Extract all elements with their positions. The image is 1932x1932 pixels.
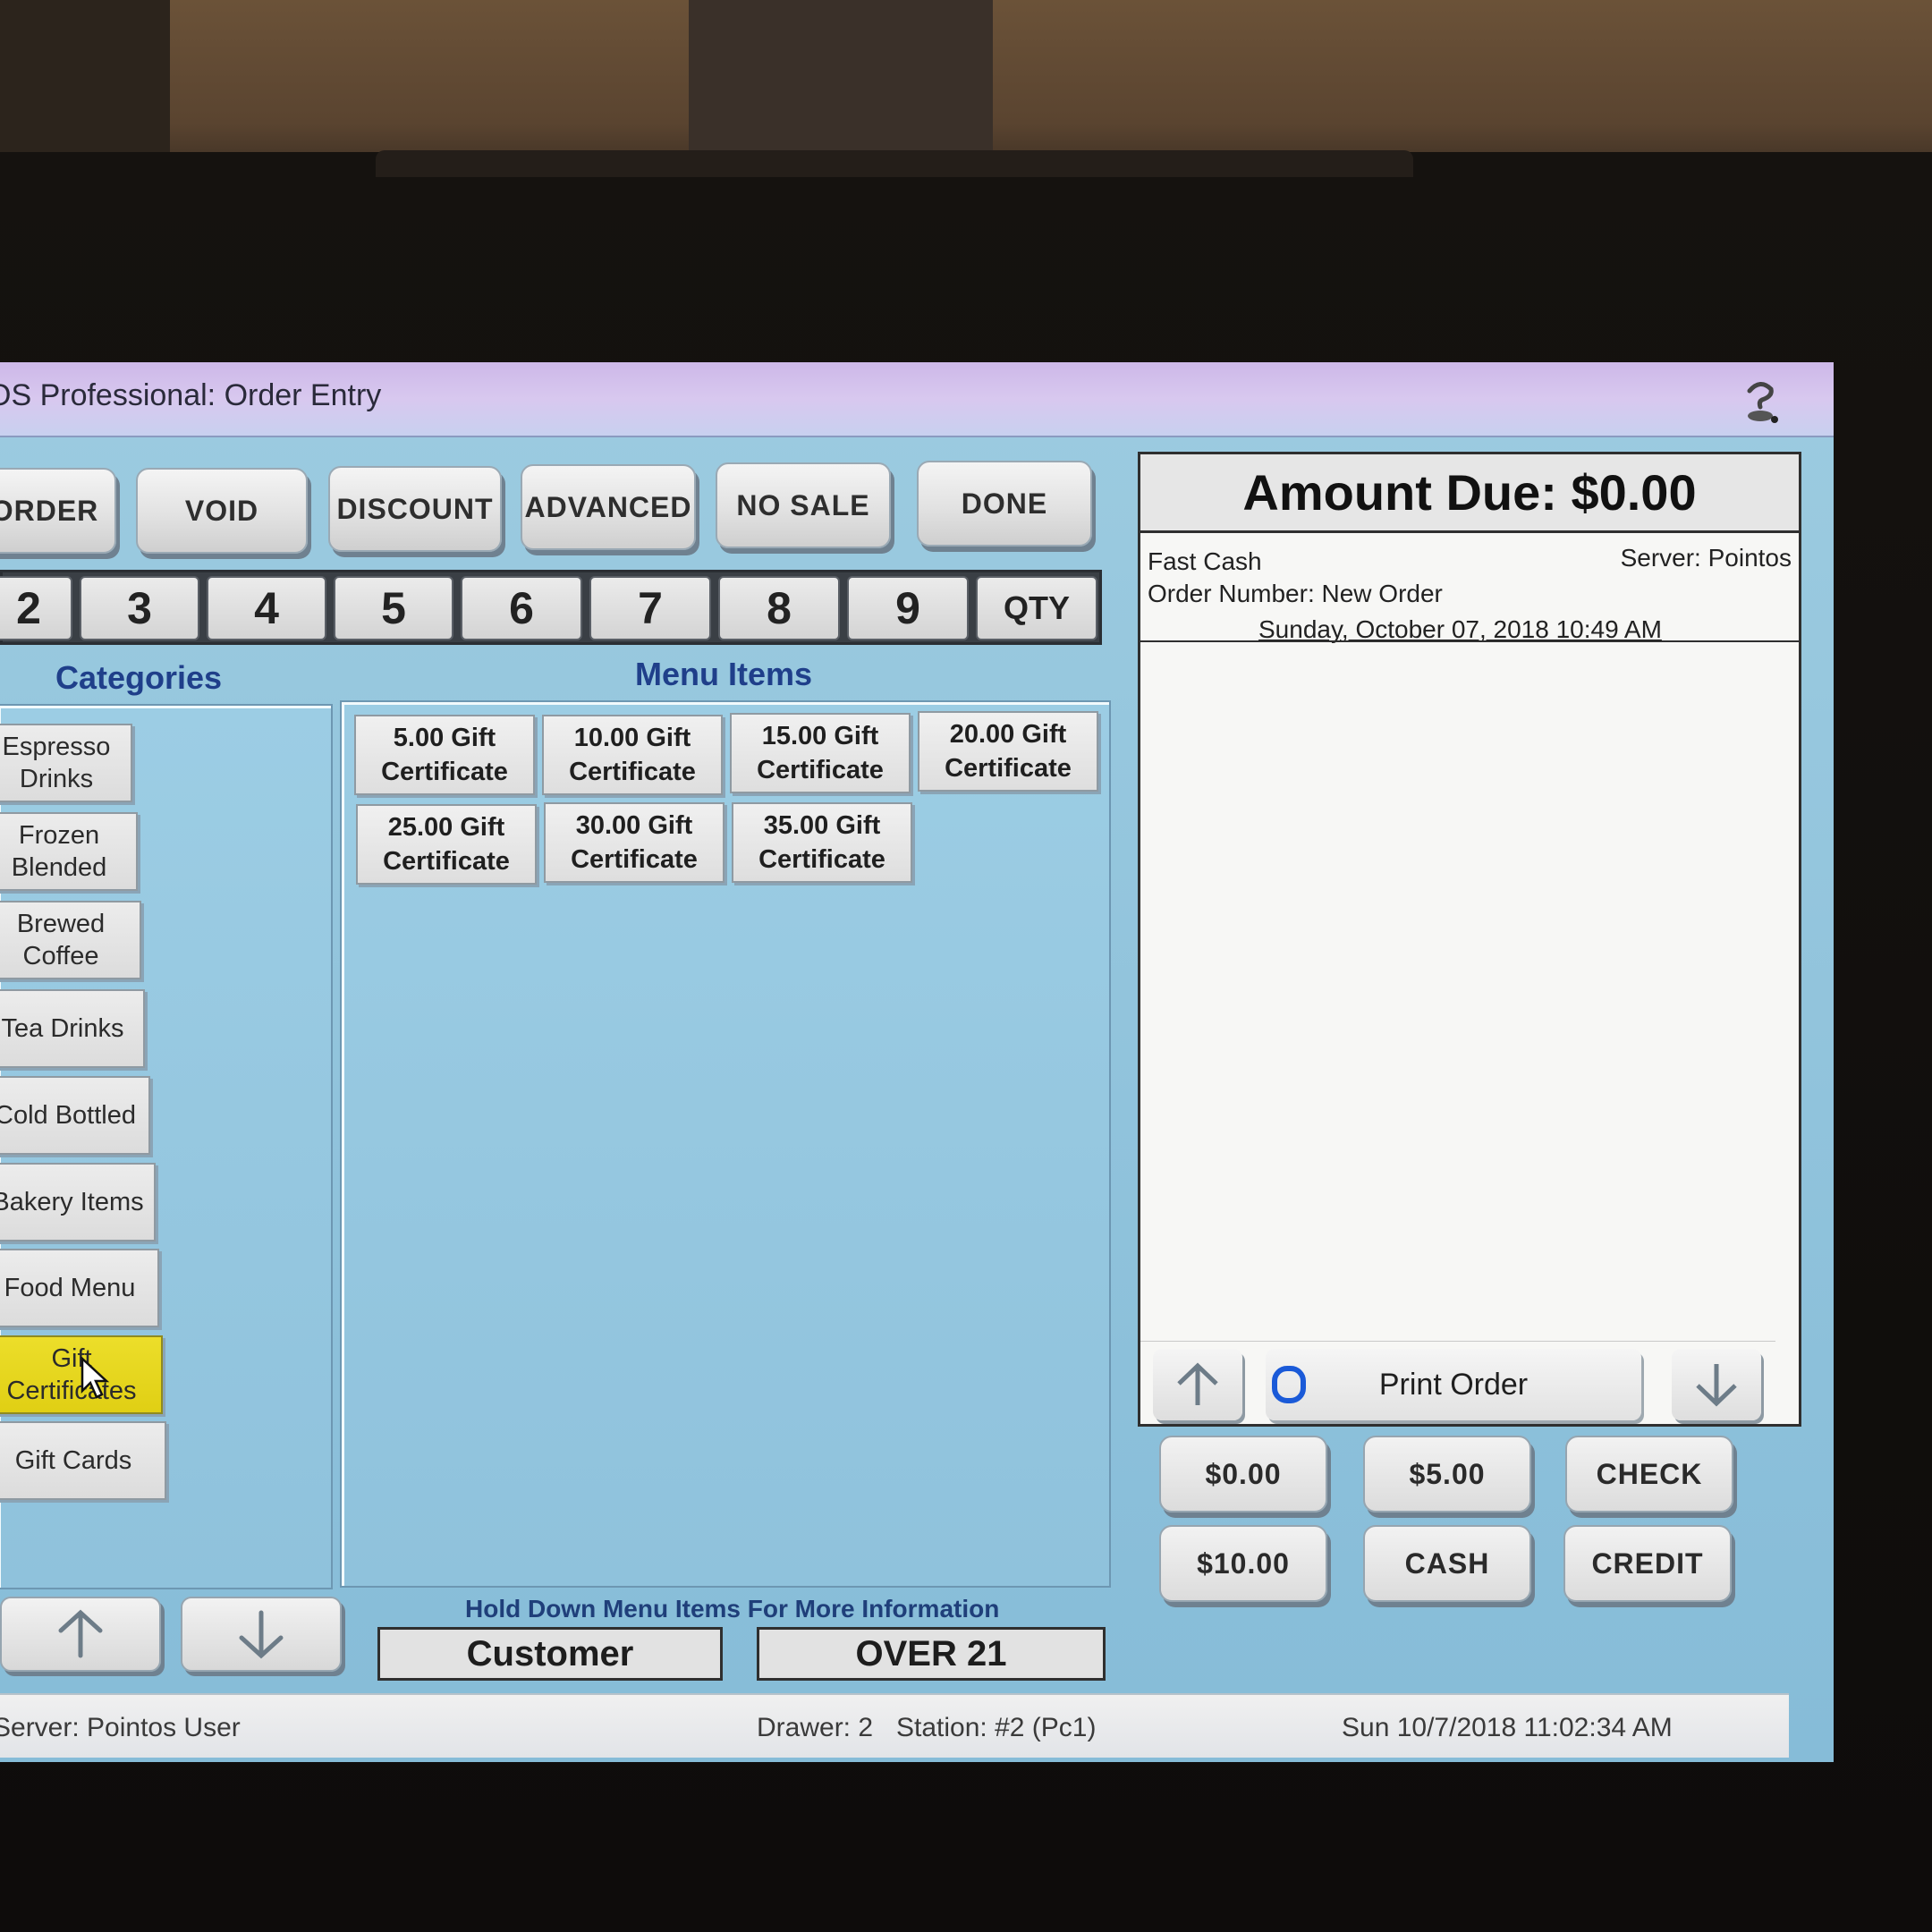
menu-item-gift-5[interactable]: 5.00 Gift Certificate <box>354 715 535 795</box>
over-21-field[interactable]: OVER 21 <box>757 1627 1106 1681</box>
hold-down-hint: Hold Down Menu Items For More Informatio… <box>465 1595 1000 1623</box>
category-brewed-coffee[interactable]: Brewed Coffee <box>0 901 141 979</box>
discount-button[interactable]: DISCOUNT <box>328 466 502 552</box>
pay-10-button[interactable]: $10.00 <box>1159 1525 1327 1602</box>
print-order-button[interactable]: Print Order <box>1266 1349 1641 1420</box>
category-frozen-blended[interactable]: Frozen Blended <box>0 812 138 891</box>
category-gift-cards[interactable]: Gift Cards <box>0 1421 166 1500</box>
done-button[interactable]: DONE <box>917 461 1092 547</box>
printer-icon <box>1272 1366 1306 1403</box>
status-bar: Server: Pointos User Drawer: 2 Station: … <box>0 1693 1789 1758</box>
advanced-button[interactable]: ADVANCED <box>521 464 696 550</box>
divider <box>1140 640 1799 642</box>
order-items-list[interactable] <box>1140 644 1775 1342</box>
category-bakery-items[interactable]: Bakery Items <box>0 1163 156 1241</box>
window-title: OS Professional: Order Entry <box>0 378 382 412</box>
help-icon[interactable] <box>1741 377 1780 425</box>
menu-item-gift-15[interactable]: 15.00 Gift Certificate <box>730 713 911 793</box>
print-order-label: Print Order <box>1378 1367 1529 1402</box>
menu-item-gift-35[interactable]: 35.00 Gift Certificate <box>732 802 912 883</box>
key-5[interactable]: 5 <box>334 576 453 640</box>
arrow-up-icon <box>1177 1362 1218 1405</box>
key-9[interactable]: 9 <box>847 576 969 640</box>
monitor-lip <box>376 150 1413 177</box>
menu-item-gift-10[interactable]: 10.00 Gift Certificate <box>542 715 723 795</box>
category-cold-bottled[interactable]: Cold Bottled <box>0 1076 150 1155</box>
arrow-down-icon <box>239 1610 284 1659</box>
order-panel: Amount Due: $0.00 Fast Cash Server: Poin… <box>1138 452 1801 1427</box>
void-button[interactable]: VOID <box>136 468 308 554</box>
key-7[interactable]: 7 <box>589 576 711 640</box>
order-number: Order Number: New Order <box>1148 580 1443 607</box>
check-button[interactable]: CHECK <box>1565 1436 1733 1513</box>
status-server: Server: Pointos User <box>0 1713 241 1742</box>
title-bar: OS Professional: Order Entry <box>0 362 1834 437</box>
order-scroll-down-button[interactable] <box>1672 1349 1761 1420</box>
categories-scroll-up-button[interactable] <box>0 1597 161 1672</box>
key-8[interactable]: 8 <box>718 576 840 640</box>
status-drawer: Drawer: 2 <box>757 1713 874 1742</box>
pay-5-button[interactable]: $5.00 <box>1363 1436 1531 1513</box>
key-4[interactable]: 4 <box>207 576 326 640</box>
qty-key[interactable]: QTY <box>976 576 1097 640</box>
menu-items-panel: 5.00 Gift Certificate 10.00 Gift Certifi… <box>340 700 1111 1588</box>
order-scroll-up-button[interactable] <box>1153 1349 1242 1420</box>
order-button[interactable]: ORDER <box>0 468 116 554</box>
menu-item-gift-25[interactable]: 25.00 Gift Certificate <box>356 804 537 885</box>
menu-item-gift-30[interactable]: 30.00 Gift Certificate <box>544 802 724 883</box>
credit-button[interactable]: CREDIT <box>1563 1525 1732 1602</box>
key-2[interactable]: 2 <box>0 576 72 640</box>
menu-items-heading: Menu Items <box>635 656 813 692</box>
amount-due: Amount Due: $0.00 <box>1140 454 1799 533</box>
customer-field[interactable]: Customer <box>377 1627 723 1681</box>
categories-panel: Espresso Drinks Frozen Blended Brewed Co… <box>0 704 333 1589</box>
no-sale-button[interactable]: NO SALE <box>716 462 891 548</box>
status-datetime: Sun 10/7/2018 11:02:34 AM <box>1342 1713 1673 1742</box>
key-6[interactable]: 6 <box>461 576 582 640</box>
number-keypad: 2 3 4 5 6 7 8 9 QTY <box>0 570 1102 645</box>
arrow-down-icon <box>1696 1364 1737 1407</box>
menu-item-gift-20[interactable]: 20.00 Gift Certificate <box>918 711 1098 792</box>
category-food-menu[interactable]: Food Menu <box>0 1249 159 1327</box>
pay-0-button[interactable]: $0.00 <box>1159 1436 1327 1513</box>
category-espresso-drinks[interactable]: Espresso Drinks <box>0 724 132 802</box>
category-tea-drinks[interactable]: Tea Drinks <box>0 989 145 1068</box>
status-station: Station: #2 (Pc1) <box>896 1713 1097 1742</box>
pos-screen: OS Professional: Order Entry ORDER VOID … <box>0 362 1834 1762</box>
mouse-cursor-icon <box>80 1357 110 1399</box>
categories-scroll-down-button[interactable] <box>181 1597 342 1672</box>
categories-heading: Categories <box>55 659 223 696</box>
cash-button[interactable]: CASH <box>1363 1525 1531 1602</box>
arrow-up-icon <box>58 1609 103 1658</box>
key-3[interactable]: 3 <box>80 576 199 640</box>
order-server: Server: Pointos <box>1620 544 1792 572</box>
order-type: Fast Cash <box>1148 547 1262 575</box>
